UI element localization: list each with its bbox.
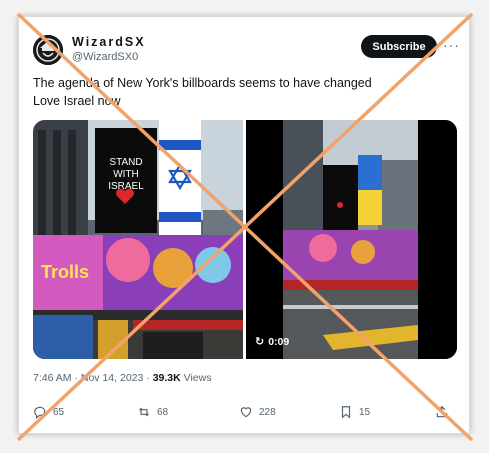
author-name[interactable]: WizardSX	[72, 35, 146, 49]
meta-separator: ·	[71, 372, 81, 384]
like-count: 228	[259, 406, 276, 418]
like-button[interactable]: 228	[239, 405, 276, 419]
tweet-line: Love Israel now	[33, 94, 121, 108]
tweet-line: The agenda of New York's billboards seem…	[33, 76, 372, 90]
subscribe-button[interactable]: Subscribe	[361, 35, 437, 58]
bookmark-count: 15	[359, 406, 371, 418]
right-video[interactable]	[246, 120, 457, 359]
wizard-avatar-icon	[33, 35, 63, 65]
views-count: 39.3K	[152, 372, 181, 384]
video-duration: ↻ 0:09	[255, 335, 290, 349]
tweet-meta: 7:46 AM · Nov 14, 2023 · 39.3K Views	[33, 372, 211, 384]
repost-icon	[138, 407, 150, 417]
left-photo[interactable]: STAND WITH ISRAEL Trolls	[33, 120, 243, 359]
replay-icon[interactable]: ↻	[255, 335, 264, 348]
more-dots-icon[interactable]: ···	[443, 36, 460, 54]
avatar[interactable]	[33, 35, 63, 65]
share-icon	[436, 405, 448, 418]
reply-count: 65	[53, 406, 65, 418]
billboard-text: STAND	[109, 157, 142, 168]
meta-separator: ·	[143, 372, 153, 384]
tweet-card: WizardSX @WizardSX0 Subscribe ··· The ag…	[18, 16, 470, 434]
billboard-text: WITH	[113, 169, 139, 180]
heart-icon	[240, 407, 252, 418]
video-duration-text: 0:09	[268, 335, 290, 348]
media-images[interactable]: STAND WITH ISRAEL Trolls	[33, 120, 457, 359]
bookmark-button[interactable]: 15	[339, 405, 370, 419]
bookmark-icon	[341, 406, 351, 419]
reply-button[interactable]: 65	[33, 405, 64, 419]
tweet-text: The agenda of New York's billboards seem…	[33, 74, 453, 110]
tweet-time[interactable]: 7:46 AM	[33, 372, 72, 384]
views-label: Views	[183, 372, 212, 384]
author-handle[interactable]: @WizardSX0	[72, 51, 138, 63]
repost-button[interactable]: 68	[137, 405, 168, 419]
repost-count: 68	[157, 406, 169, 418]
reply-icon	[34, 406, 46, 419]
media-grid: STAND WITH ISRAEL Trolls ↻ 0:09	[33, 120, 457, 359]
tweet-actions: 65 68 228 15	[19, 405, 471, 425]
trolls-banner-text: Trolls	[41, 262, 89, 282]
tweet-date[interactable]: Nov 14, 2023	[81, 372, 143, 384]
share-button[interactable]	[435, 405, 449, 419]
